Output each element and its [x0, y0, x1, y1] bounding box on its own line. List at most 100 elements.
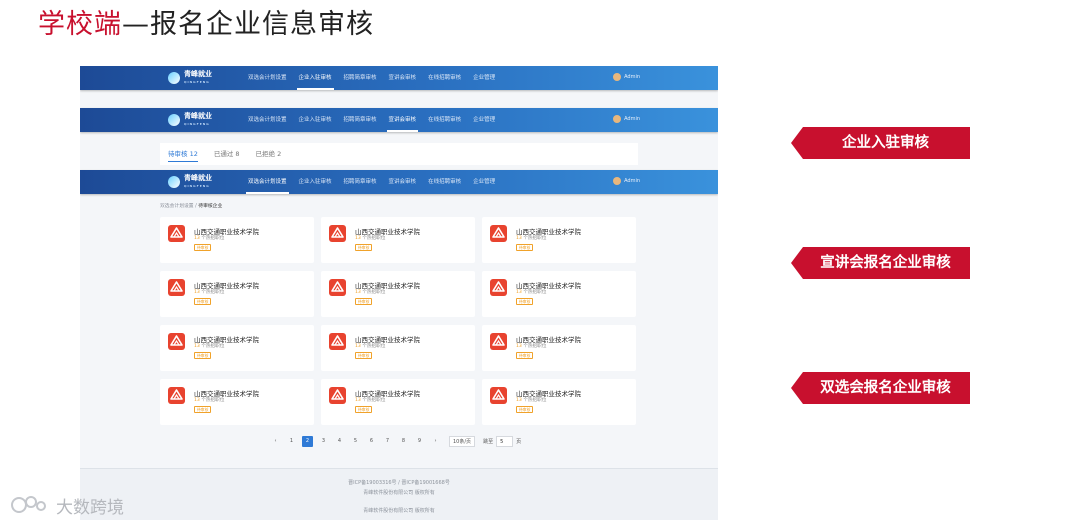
nav-item-company-review[interactable]: 企业入驻审核 [299, 108, 332, 132]
job-count-suffix: 个热招职位 [360, 290, 386, 295]
page-button-5[interactable]: 5 [350, 436, 361, 447]
callout-company-review: 企业入驻审核 [791, 127, 970, 159]
tab-pending[interactable]: 待审核 12 [168, 143, 198, 165]
job-count-suffix: 个热招职位 [199, 290, 225, 295]
page-size-select[interactable]: 10条/页 [449, 436, 476, 447]
job-count-suffix: 个热招职位 [521, 290, 547, 295]
breadcrumb-current: 待审核企业 [198, 204, 223, 209]
logo-mark-icon [168, 72, 180, 84]
nav-item-talk-review[interactable]: 宣讲会审核 [389, 170, 417, 194]
site-footer: 晋ICP备19003316号 / 晋ICP备19001668号 青峰软件股份有限… [80, 468, 718, 520]
nav-item-talk-review[interactable]: 宣讲会审核 [389, 66, 417, 90]
school-logo-icon [168, 333, 185, 350]
nav-menu: 双选会计划设置 企业入驻审核 招聘简章审核 宣讲会审核 在线招聘审核 企业管理 [248, 108, 507, 132]
job-count-suffix: 个热招职位 [521, 398, 547, 403]
page-unit-label: 页 [516, 439, 522, 445]
page-button-2[interactable]: 2 [302, 436, 313, 447]
job-count: 13 个热招职位 [516, 289, 546, 295]
company-card[interactable]: 山西交通职业技术学院 13 个热招职位 待审核 [160, 271, 314, 317]
page-button-3[interactable]: 3 [318, 436, 329, 447]
school-logo-icon [329, 387, 346, 404]
app-logo[interactable]: 青峰就业 QINGFENG [168, 174, 212, 190]
school-logo-icon [168, 279, 185, 296]
status-badge: 待审核 [516, 298, 534, 305]
user-menu[interactable]: Admin [613, 115, 640, 123]
page-button-6[interactable]: 6 [366, 436, 377, 447]
watermark: 大数跨境 [10, 493, 124, 518]
nav-item-company-manage[interactable]: 企业管理 [473, 66, 495, 90]
page-button-8[interactable]: 8 [398, 436, 409, 447]
nav-item-brochure-review[interactable]: 招聘简章审核 [344, 108, 377, 132]
page-button-9[interactable]: 9 [414, 436, 425, 447]
goto-label: 跳至 [483, 439, 494, 445]
nav-item-fair-plan[interactable]: 双选会计划设置 [248, 66, 287, 90]
nav-item-online-recruit-review[interactable]: 在线招聘审核 [428, 66, 461, 90]
job-count: 13 个热招职位 [194, 343, 224, 349]
company-card[interactable]: 山西交通职业技术学院 13 个热招职位 待审核 [160, 325, 314, 371]
breadcrumb-root[interactable]: 双选会计划设置 [160, 204, 194, 209]
avatar [613, 115, 622, 123]
company-card[interactable]: 山西交通职业技术学院 13 个热招职位 待审核 [482, 325, 636, 371]
user-menu[interactable]: Admin [613, 177, 640, 185]
callout-text-talk-review: 宣讲会报名企业审核 [820, 255, 951, 271]
status-badge: 待审核 [355, 406, 373, 413]
page-button-7[interactable]: 7 [382, 436, 393, 447]
watermark-text: 大数跨境 [56, 497, 124, 518]
slide-title-rest: —报名企业信息审核 [122, 9, 374, 40]
nav-item-company-manage[interactable]: 企业管理 [473, 170, 495, 194]
top-navbar-talk-review: 青峰就业 QINGFENG 双选会计划设置 企业入驻审核 招聘简章审核 宣讲会审核… [80, 108, 718, 132]
tab-rejected[interactable]: 已拒绝 2 [256, 143, 282, 165]
page-button-4[interactable]: 4 [334, 436, 345, 447]
job-count: 13 个热招职位 [516, 235, 546, 241]
company-card[interactable]: 山西交通职业技术学院 13 个热招职位 待审核 [321, 379, 475, 425]
page-button-1[interactable]: 1 [286, 436, 297, 447]
job-count: 13 个热招职位 [516, 397, 546, 403]
nav-item-company-review[interactable]: 企业入驻审核 [296, 66, 334, 90]
company-card[interactable]: 山西交通职业技术学院 13 个热招职位 待审核 [160, 379, 314, 425]
school-logo-icon [490, 225, 507, 242]
app-logo[interactable]: 青峰就业 QINGFENG [168, 112, 212, 128]
user-menu[interactable]: Admin [613, 73, 640, 81]
company-card[interactable]: 山西交通职业技术学院 13 个热招职位 待审核 [482, 217, 636, 263]
school-logo-icon [329, 279, 346, 296]
nav-menu: 双选会计划设置 企业入驻审核 招聘简章审核 宣讲会审核 在线招聘审核 企业管理 [248, 66, 507, 90]
company-card[interactable]: 山西交通职业技术学院 13 个热招职位 待审核 [321, 217, 475, 263]
company-card[interactable]: 山西交通职业技术学院 13 个热招职位 待审核 [482, 271, 636, 317]
page-next-button[interactable]: › [430, 436, 441, 447]
nav-item-online-recruit-review[interactable]: 在线招聘审核 [428, 108, 461, 132]
status-badge: 待审核 [516, 406, 534, 413]
job-count: 13 个热招职位 [516, 343, 546, 349]
nav-item-fair-plan[interactable]: 双选会计划设置 [248, 108, 287, 132]
status-badge: 待审核 [194, 298, 212, 305]
nav-item-fair-plan[interactable]: 双选会计划设置 [246, 170, 289, 194]
nav-menu: 双选会计划设置 企业入驻审核 招聘简章审核 宣讲会审核 在线招聘审核 企业管理 [246, 170, 507, 194]
page-prev-button[interactable]: ‹ [270, 436, 281, 447]
job-count-suffix: 个热招职位 [199, 398, 225, 403]
avatar [613, 177, 622, 185]
company-card[interactable]: 山西交通职业技术学院 13 个热招职位 待审核 [160, 217, 314, 263]
goto-page-input[interactable]: 5 [496, 436, 514, 447]
company-card[interactable]: 山西交通职业技术学院 13 个热招职位 待审核 [482, 379, 636, 425]
job-count: 13 个热招职位 [194, 235, 224, 241]
nav-item-brochure-review[interactable]: 招聘简章审核 [344, 170, 377, 194]
school-logo-icon [329, 225, 346, 242]
slide: 学校端—报名企业信息审核 青峰就业 QINGFENG 双选会计划设置 企业入驻审核… [0, 0, 1080, 524]
company-card[interactable]: 山西交通职业技术学院 13 个热招职位 待审核 [321, 271, 475, 317]
nav-item-brochure-review[interactable]: 招聘简章审核 [344, 66, 377, 90]
app-logo[interactable]: 青峰就业 QINGFENG [168, 70, 212, 86]
top-navbar-company-review: 青峰就业 QINGFENG 双选会计划设置 企业入驻审核 招聘简章审核 宣讲会审核… [80, 66, 718, 90]
nav-item-company-manage[interactable]: 企业管理 [473, 108, 495, 132]
nav-item-talk-review[interactable]: 宣讲会审核 [386, 108, 418, 132]
school-logo-icon [168, 225, 185, 242]
nav-item-company-review[interactable]: 企业入驻审核 [299, 170, 332, 194]
tab-approved[interactable]: 已通过 8 [214, 143, 240, 165]
company-card[interactable]: 山西交通职业技术学院 13 个热招职位 待审核 [321, 325, 475, 371]
status-badge: 待审核 [194, 244, 212, 251]
status-badge: 待审核 [516, 244, 534, 251]
school-logo-icon [490, 279, 507, 296]
nav-item-online-recruit-review[interactable]: 在线招聘审核 [428, 170, 461, 194]
logo-text: 青峰就业 [184, 112, 212, 120]
job-count: 13 个热招职位 [194, 397, 224, 403]
slide-title-highlight: 学校端 [38, 9, 122, 40]
school-logo-icon [329, 333, 346, 350]
